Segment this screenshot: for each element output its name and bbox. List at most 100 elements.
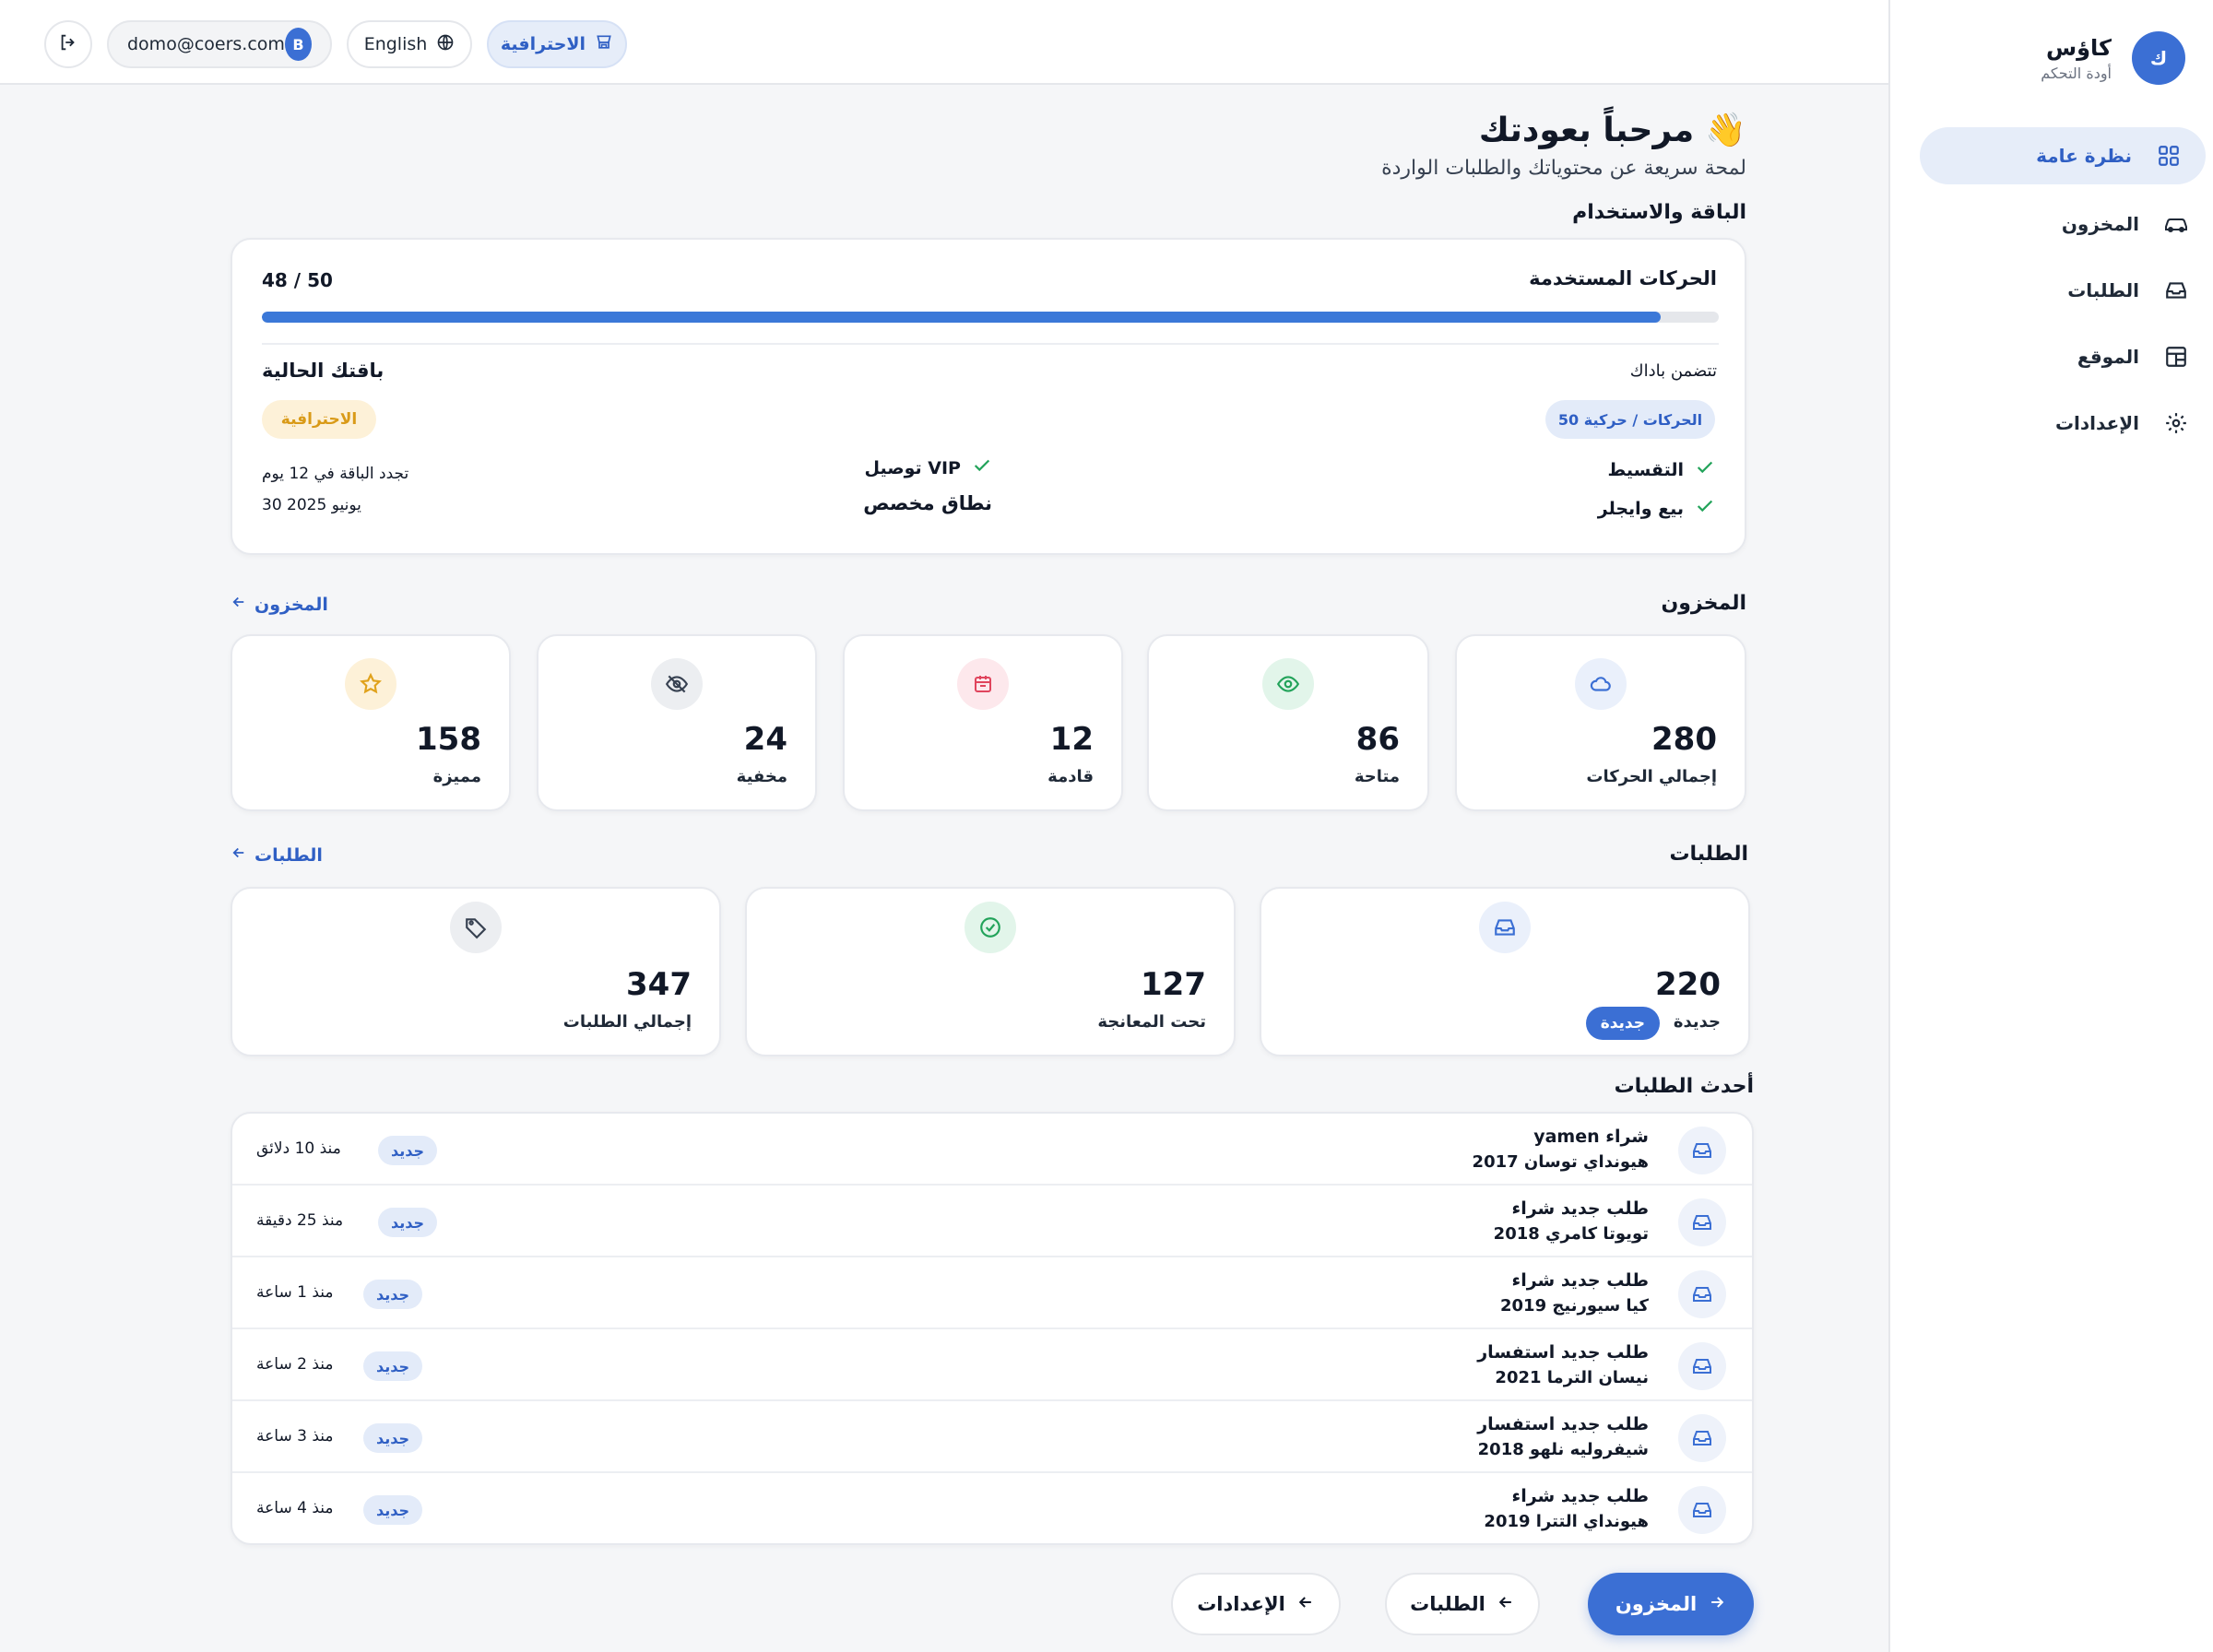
feature-label: التقسيط bbox=[1607, 459, 1684, 480]
inventory-link[interactable]: المخزون bbox=[231, 594, 328, 615]
plan-section-title: الباقة والاستخدام bbox=[1572, 201, 1746, 224]
gear-icon bbox=[2161, 408, 2191, 438]
stat-card-upcoming[interactable]: 12 قادمة bbox=[843, 634, 1123, 811]
stat-card-featured[interactable]: 158 مميزة bbox=[231, 634, 511, 811]
stat-value: 347 bbox=[626, 966, 692, 1003]
list-item[interactable]: طلب جديد استفسار شيفروليه نلهو 2018 جديد… bbox=[232, 1401, 1752, 1473]
language-switch[interactable]: English bbox=[347, 20, 472, 68]
calendar-icon bbox=[957, 658, 1009, 710]
stat-value: 12 bbox=[1049, 721, 1094, 758]
current-plan-badge: الاحترافية bbox=[262, 400, 376, 439]
latest-requests-list: yamen شراء هيونداي توسان 2017 جديد منذ 1… bbox=[231, 1112, 1754, 1545]
feature-custom-domain: نطاق مخصص bbox=[863, 492, 992, 514]
logout-button[interactable] bbox=[44, 20, 92, 68]
inbox-icon bbox=[1678, 1486, 1726, 1534]
tag-icon bbox=[450, 902, 502, 953]
request-time: منذ 2 ساعة bbox=[256, 1355, 334, 1374]
list-item[interactable]: طلب جديد شراء هيونداي التترا 2019 جديد م… bbox=[232, 1473, 1752, 1543]
stat-label: جديدة bbox=[1673, 1012, 1721, 1032]
inbox-icon bbox=[1479, 902, 1531, 953]
inbox-icon bbox=[2161, 276, 2191, 305]
renew-text: تجدد الباقة في 12 يوم bbox=[262, 465, 409, 483]
request-title: طلب جديد شراء bbox=[1511, 1198, 1649, 1219]
status-badge: جديد bbox=[363, 1351, 423, 1381]
stat-card-total-moves[interactable]: 280 إجمالي الحركات bbox=[1455, 634, 1746, 811]
inbox-icon bbox=[1678, 1270, 1726, 1318]
avatar: B bbox=[284, 28, 312, 61]
plan-usage-card: الحركات المستخدمة 48 / 50 تتضمن باداك 50… bbox=[231, 238, 1746, 555]
arrow-left-icon bbox=[231, 594, 247, 615]
arrow-left-icon bbox=[1296, 1593, 1315, 1616]
request-vehicle: شيفروليه نلهو 2018 bbox=[1477, 1440, 1649, 1459]
inbox-icon bbox=[1678, 1198, 1726, 1246]
arrow-right-icon bbox=[1708, 1593, 1726, 1616]
feature-label: توصيل VIP bbox=[864, 457, 961, 478]
stat-label: إجمالي الحركات bbox=[1586, 767, 1717, 786]
sidebar-item-inventory[interactable]: المخزون bbox=[1927, 195, 2213, 253]
list-item[interactable]: yamen شراء هيونداي توسان 2017 جديد منذ 1… bbox=[232, 1114, 1752, 1186]
stat-value: 86 bbox=[1355, 721, 1400, 758]
inbox-icon bbox=[1678, 1414, 1726, 1462]
includes-badge: 50 الحركات / حركية bbox=[1545, 400, 1715, 439]
go-inventory-button[interactable]: المخزون bbox=[1588, 1573, 1754, 1635]
layout-icon bbox=[2161, 342, 2191, 372]
sidebar-item-label: الإعدادات bbox=[2054, 412, 2139, 434]
store-icon bbox=[595, 33, 613, 56]
inventory-link-label: المخزون bbox=[254, 594, 328, 615]
request-card-new[interactable]: 220 جديدة جديدة bbox=[1260, 887, 1750, 1056]
sidebar-item-label: المخزون bbox=[2061, 213, 2139, 235]
check-icon bbox=[1695, 457, 1715, 482]
feature-vip-delivery: توصيل VIP bbox=[865, 455, 992, 480]
go-requests-button[interactable]: الطلبات bbox=[1385, 1573, 1540, 1635]
request-title: طلب جديد استفسار bbox=[1477, 1342, 1649, 1363]
user-email: domo@coers.com bbox=[127, 34, 285, 54]
status-badge: جديد bbox=[378, 1136, 438, 1165]
requests-link-label: الطلبات bbox=[254, 844, 323, 866]
request-vehicle: نيسان الترما 2021 bbox=[1495, 1368, 1649, 1387]
brand: ك كاؤس أودة التحكم bbox=[1909, 31, 2185, 87]
go-settings-button[interactable]: الإعدادات bbox=[1171, 1573, 1341, 1635]
renew-date: 30 يونيو 2025 bbox=[262, 496, 361, 514]
eye-icon bbox=[1262, 658, 1314, 710]
status-badge: جديد bbox=[363, 1280, 423, 1309]
sidebar-item-requests[interactable]: الطلبات bbox=[1927, 262, 2213, 319]
stat-card-available[interactable]: 86 متاحة bbox=[1147, 634, 1429, 811]
page-title: مرحباً بعودتك 👋 bbox=[1479, 111, 1746, 150]
feature-label: بيع وايجلر bbox=[1597, 498, 1684, 519]
sidebar-item-site[interactable]: الموقع bbox=[1927, 328, 2213, 385]
globe-icon bbox=[436, 33, 455, 56]
sidebar-item-settings[interactable]: الإعدادات bbox=[1927, 395, 2213, 452]
cloud-icon bbox=[1575, 658, 1627, 710]
request-card-total[interactable]: 347 إجمالي الطلبات bbox=[231, 887, 721, 1056]
check-icon bbox=[1695, 496, 1715, 521]
stat-label: تحت المعانجة bbox=[1097, 1012, 1206, 1032]
sidebar-item-label: نظرة عامة bbox=[2036, 145, 2132, 167]
go-requests-label: الطلبات bbox=[1410, 1593, 1485, 1615]
user-menu[interactable]: domo@coers.com B bbox=[107, 20, 332, 68]
requests-link[interactable]: الطلبات bbox=[231, 844, 323, 866]
stat-value: 127 bbox=[1141, 966, 1206, 1003]
list-item[interactable]: طلب جديد شراء كيا سيورنيج 2019 جديد منذ … bbox=[232, 1257, 1752, 1329]
status-badge: جديد bbox=[378, 1208, 438, 1237]
grid-icon bbox=[2154, 141, 2183, 171]
stat-card-hidden[interactable]: 24 مخفية bbox=[537, 634, 817, 811]
stat-label: مميزة bbox=[432, 767, 481, 786]
sidebar-item-overview[interactable]: نظرة عامة bbox=[1920, 127, 2206, 184]
request-time: منذ 3 ساعة bbox=[256, 1427, 334, 1446]
request-vehicle: هيونداي التترا 2019 bbox=[1484, 1512, 1649, 1531]
request-card-processing[interactable]: 127 تحت المعانجة bbox=[745, 887, 1236, 1056]
request-time: منذ 4 ساعة bbox=[256, 1499, 334, 1517]
request-title: yamen شراء bbox=[1533, 1127, 1649, 1147]
stat-label: مخفية bbox=[736, 767, 787, 786]
list-item[interactable]: طلب جديد شراء تويوتا كامري 2018 جديد منذ… bbox=[232, 1186, 1752, 1257]
list-item[interactable]: طلب جديد استفسار نيسان الترما 2021 جديد … bbox=[232, 1329, 1752, 1401]
request-title: طلب جديد شراء bbox=[1511, 1270, 1649, 1291]
plan-badge[interactable]: الاحترافية bbox=[487, 20, 627, 68]
moves-progress-bar bbox=[262, 312, 1719, 323]
request-title: طلب جديد استفسار bbox=[1477, 1414, 1649, 1434]
new-badge: جديدة bbox=[1585, 1007, 1660, 1040]
go-inventory-label: المخزون bbox=[1615, 1593, 1698, 1615]
star-icon bbox=[345, 658, 396, 710]
logout-icon bbox=[58, 32, 78, 56]
inbox-icon bbox=[1678, 1127, 1726, 1174]
